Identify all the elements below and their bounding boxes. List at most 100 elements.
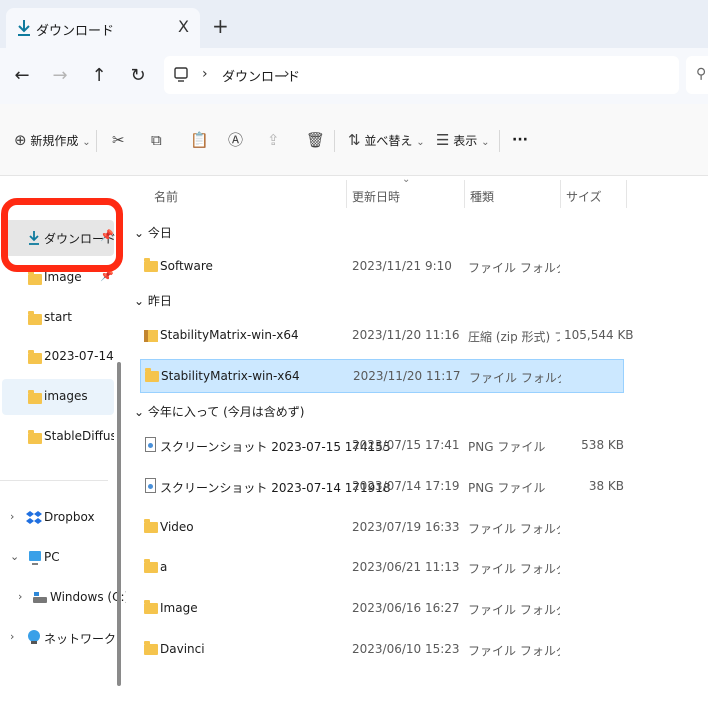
sidebar-item-images[interactable]: images xyxy=(2,379,114,415)
folder-icon xyxy=(28,390,42,404)
table-row[interactable]: スクリーンショット 2023-07-15 174155 2023/07/15 1… xyxy=(140,429,624,463)
pc-icon xyxy=(29,551,41,565)
sort-caret-icon: ⌄ xyxy=(402,174,411,185)
sidebar-item-label: Dropbox xyxy=(44,510,95,524)
address-bar[interactable]: › ダウンロード › xyxy=(164,56,679,94)
forward-button[interactable]: → xyxy=(48,64,72,88)
sidebar-item-label: ネットワーク xyxy=(44,632,117,646)
group-label: 今日 xyxy=(147,226,172,240)
group-header-this-year[interactable]: ⌄ 今年に入って (今月は含めず) xyxy=(134,403,304,420)
file-type: PNG ファイル xyxy=(468,440,546,454)
column-header-name[interactable]: 名前 xyxy=(154,188,178,205)
table-row-selected[interactable]: StabilityMatrix-win-x64 2023/11/20 11:17… xyxy=(140,359,624,393)
file-date: 2023/06/10 15:23 xyxy=(352,642,460,656)
column-header-size[interactable]: サイズ xyxy=(566,188,602,205)
table-row[interactable]: Video 2023/07/19 16:33 ファイル フォルダー xyxy=(140,511,624,545)
sort-button[interactable]: ⇅ 並べ替え ⌄ xyxy=(348,128,425,152)
delete-icon[interactable]: 🗑 xyxy=(306,128,325,152)
table-row[interactable]: スクリーンショット 2023-07-14 171918 2023/07/14 1… xyxy=(140,470,624,504)
dropbox-icon xyxy=(26,511,42,524)
table-row[interactable]: StabilityMatrix-win-x64 2023/11/20 11:16… xyxy=(140,319,634,353)
group-header-yesterday[interactable]: ⌄ 昨日 xyxy=(134,292,172,309)
table-row[interactable]: a 2023/06/21 11:13 ファイル フォルダー xyxy=(140,551,624,585)
column-divider[interactable] xyxy=(346,180,347,208)
sidebar-item-label: images xyxy=(44,389,88,403)
breadcrumb-chevron[interactable]: › xyxy=(202,66,208,82)
file-type: PNG ファイル xyxy=(468,481,546,495)
zip-folder-icon xyxy=(144,330,158,342)
file-date: 2023/07/19 16:33 xyxy=(352,520,460,534)
sidebar-item-label: Image xyxy=(44,270,82,284)
folder-icon xyxy=(28,271,42,285)
toolbar-divider xyxy=(499,130,500,152)
sidebar-scrollbar[interactable] xyxy=(117,362,121,686)
chevron-right-icon[interactable]: › xyxy=(18,590,22,603)
copy-icon[interactable]: ⧉ xyxy=(151,128,162,152)
column-divider[interactable] xyxy=(464,180,465,208)
sidebar-item-windows-c[interactable]: › Windows (C:) xyxy=(2,580,129,616)
back-button[interactable]: ← xyxy=(10,64,34,88)
chevron-right-icon[interactable]: › xyxy=(10,630,14,643)
file-type: ファイル フォルダー xyxy=(468,261,560,275)
sidebar-item-dropbox[interactable]: › Dropbox xyxy=(2,500,114,536)
file-date: 2023/11/20 11:17 xyxy=(353,369,461,383)
chevron-right-icon[interactable]: › xyxy=(10,510,14,523)
sidebar-item-label: 2023-07-14 xyxy=(44,349,114,363)
breadcrumb-chevron[interactable]: › xyxy=(284,66,290,82)
column-divider[interactable] xyxy=(626,180,627,208)
rename-icon[interactable]: Ⓐ xyxy=(228,128,243,152)
search-icon: ⚲ xyxy=(696,66,707,82)
column-header-type[interactable]: 種類 xyxy=(470,188,494,205)
view-list-icon: ☰ xyxy=(436,131,450,149)
chevron-down-icon: ⌄ xyxy=(481,137,490,148)
table-row[interactable]: Image 2023/06/16 16:27 ファイル フォルダー xyxy=(140,592,624,626)
file-date: 2023/06/16 16:27 xyxy=(352,601,460,615)
more-options-button[interactable]: ··· xyxy=(512,128,528,152)
file-type: 圧縮 (zip 形式) フォ... xyxy=(468,330,560,344)
group-header-today[interactable]: ⌄ 今日 xyxy=(134,224,172,241)
file-name: Image xyxy=(160,601,198,615)
column-divider[interactable] xyxy=(560,180,561,208)
file-size: 538 KB xyxy=(581,438,624,452)
toolbar-divider xyxy=(334,130,335,152)
sidebar-item-2023-07-14[interactable]: 2023-07-14 xyxy=(2,339,114,375)
up-button[interactable]: ↑ xyxy=(87,64,111,88)
file-type: ファイル フォルダー xyxy=(469,371,561,385)
cut-icon[interactable]: ✂ xyxy=(112,128,125,152)
view-button[interactable]: ☰ 表示 ⌄ xyxy=(436,128,490,152)
share-icon[interactable]: ⇪ xyxy=(267,128,280,152)
highlight-annotation xyxy=(1,198,123,272)
chevron-down-icon[interactable]: ⌄ xyxy=(10,550,19,563)
sidebar-item-network[interactable]: › ネットワーク xyxy=(2,620,117,656)
table-row[interactable]: Davinci 2023/06/10 15:23 ファイル フォルダー xyxy=(140,633,624,667)
folder-icon xyxy=(28,311,42,325)
table-row[interactable]: Software 2023/11/21 9:10 ファイル フォルダー xyxy=(140,250,624,284)
file-type: ファイル フォルダー xyxy=(468,562,560,576)
download-icon xyxy=(18,20,30,36)
png-file-icon xyxy=(145,437,156,452)
sort-icon: ⇅ xyxy=(348,131,361,149)
folder-icon xyxy=(144,600,158,614)
folder-icon xyxy=(144,559,158,573)
sidebar-item-start[interactable]: start xyxy=(2,300,114,336)
sidebar-item-label: start xyxy=(44,310,72,324)
address-row: ← → ↑ ↻ › ダウンロード › ⚲ xyxy=(0,48,708,104)
column-header-modified[interactable]: 更新日時 xyxy=(352,188,400,205)
drive-icon xyxy=(33,592,47,603)
paste-icon[interactable]: 📋 xyxy=(190,128,209,152)
sidebar-item-stablediffusion[interactable]: StableDiffusion xyxy=(2,419,114,455)
new-tab-button[interactable]: + xyxy=(212,16,229,36)
file-name: Software xyxy=(160,259,213,273)
tab-bar: ダウンロード X + xyxy=(0,0,708,48)
file-list: 名前 更新日時 ⌄ 種類 サイズ ⌄ 今日 Software 2023/11/2… xyxy=(126,174,708,708)
sidebar-item-pc[interactable]: ⌄ PC xyxy=(2,540,114,576)
search-box[interactable]: ⚲ xyxy=(686,56,708,94)
network-icon xyxy=(28,630,40,644)
view-label: 表示 xyxy=(453,134,478,148)
chevron-down-icon: ⌄ xyxy=(82,137,91,148)
file-type: ファイル フォルダー xyxy=(468,603,560,617)
refresh-button[interactable]: ↻ xyxy=(126,64,150,88)
tab-downloads[interactable]: ダウンロード X xyxy=(6,8,200,48)
tab-close-button[interactable]: X xyxy=(178,17,189,36)
new-button[interactable]: ⊕ 新規作成 ⌄ xyxy=(14,128,91,152)
